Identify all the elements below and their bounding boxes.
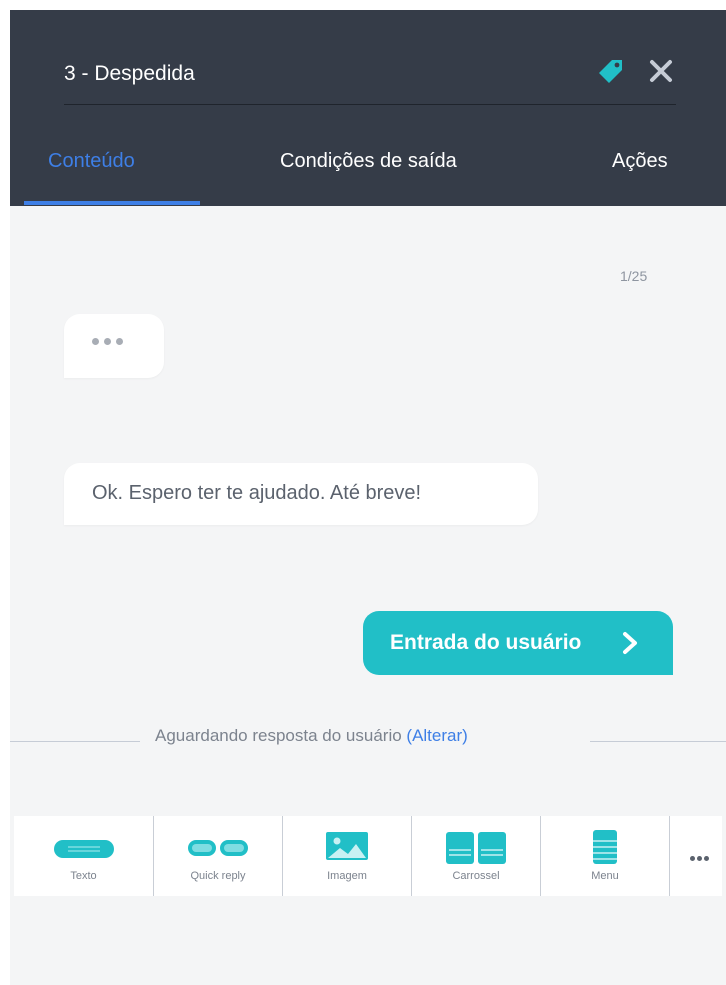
tool-label: Menu — [591, 870, 619, 882]
more-horizontal-icon — [704, 856, 709, 861]
panel-header: 3 - Despedida Conteúdo Condições de saíd… — [10, 10, 726, 206]
block-editor-panel: 3 - Despedida Conteúdo Condições de saíd… — [10, 10, 726, 985]
waiting-status: Aguardando resposta do usuário (Alterar) — [155, 726, 468, 746]
quick-reply-icon — [188, 840, 248, 856]
user-input-label: Entrada do usuário — [390, 631, 582, 654]
add-carousel-button[interactable]: Carrossel — [412, 816, 541, 896]
tool-label: Quick reply — [190, 870, 246, 882]
bot-message-text: Ok. Espero ter te ajudado. Até breve! — [92, 482, 422, 504]
typing-dot — [116, 338, 123, 345]
chevron-right-icon — [623, 632, 637, 654]
more-options-button[interactable] — [682, 816, 722, 896]
close-icon[interactable] — [646, 56, 676, 86]
image-icon — [326, 832, 368, 860]
tab-exit-conditions[interactable]: Condições de saída — [280, 150, 457, 173]
add-image-button[interactable]: Imagem — [283, 816, 412, 896]
typing-dot — [92, 338, 99, 345]
text-block-icon — [54, 840, 114, 858]
tag-icon[interactable] — [596, 56, 626, 86]
typing-indicator-bubble[interactable] — [64, 314, 164, 378]
tool-label: Texto — [70, 870, 97, 882]
waiting-status-text: Aguardando resposta do usuário — [155, 726, 407, 745]
change-input-link[interactable]: (Alterar) — [406, 726, 467, 745]
content-type-toolbar: Texto Quick reply Imagem Carrossel Menu — [14, 816, 722, 896]
carousel-icon — [446, 832, 506, 864]
user-input-button[interactable]: Entrada do usuário — [363, 611, 673, 675]
typing-dot — [104, 338, 111, 345]
message-counter: 1/25 — [620, 268, 648, 284]
header-divider — [64, 104, 676, 105]
tab-actions[interactable]: Ações — [612, 150, 668, 173]
bot-message-bubble[interactable]: Ok. Espero ter te ajudado. Até breve! — [64, 463, 538, 525]
tool-label: Carrossel — [452, 870, 500, 882]
more-horizontal-icon — [690, 856, 695, 861]
block-title: 3 - Despedida — [64, 62, 195, 85]
divider-line — [10, 741, 140, 742]
divider-line — [590, 741, 726, 742]
more-horizontal-icon — [697, 856, 702, 861]
tool-label: Imagem — [327, 870, 367, 882]
tab-content[interactable]: Conteúdo — [48, 150, 135, 173]
add-menu-button[interactable]: Menu — [541, 816, 670, 896]
active-tab-indicator — [24, 201, 200, 205]
add-quick-reply-button[interactable]: Quick reply — [154, 816, 283, 896]
add-text-button[interactable]: Texto — [14, 816, 154, 896]
menu-icon — [593, 830, 617, 864]
